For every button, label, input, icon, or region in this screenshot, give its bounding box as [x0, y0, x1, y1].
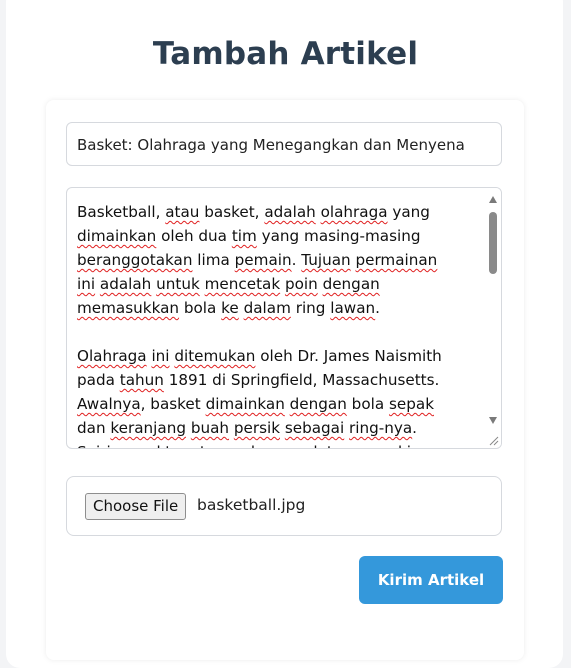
content-line: Olahraga ini ditemukan oleh Dr. James Na…: [77, 344, 483, 368]
text-segment: oleh Dr. James Naismith: [255, 347, 442, 365]
content-line: dimainkan oleh dua tim yang masing-masin…: [77, 224, 483, 248]
spellcheck-word: olahraga: [320, 203, 388, 221]
spellcheck-word: tim: [231, 227, 257, 245]
content-textarea[interactable]: Basketball, atau basket, adalah olahraga…: [66, 187, 502, 449]
spellcheck-word: keranjang: [110, 419, 186, 437]
spellcheck-word: sebagai: [284, 419, 345, 437]
spellcheck-word: lawan: [330, 299, 376, 317]
text-segment: lima: [192, 251, 235, 269]
content-line: Seiring waktu, aturan dan peralatan sema…: [77, 440, 483, 448]
text-segment: bola: [346, 395, 389, 413]
spellcheck-word: mencetak: [204, 275, 281, 293]
file-name-label: basketball.jpg: [197, 496, 306, 514]
spellcheck-word: Olahraga: [77, 347, 147, 365]
content-line: Basketball, atau basket, adalah olahraga…: [77, 200, 483, 224]
file-upload-field: Choose File basketball.jpg: [66, 476, 502, 536]
text-segment: yang masing-masing: [256, 227, 421, 245]
spellcheck-word: ditemukan: [174, 347, 256, 365]
text-segment: .: [291, 251, 302, 269]
page-title: Tambah Artikel: [152, 36, 419, 72]
spellcheck-word: permainan: [355, 251, 438, 269]
text-segment: dan: [241, 443, 279, 448]
spellcheck-word: pemain: [234, 251, 292, 269]
content-line: dan keranjang buah persik sebagai ring-n…: [77, 416, 483, 440]
text-segment: basket,: [199, 203, 265, 221]
content-line: Awalnya, basket dimainkan dengan bola se…: [77, 392, 483, 416]
spellcheck-word: persik: [233, 419, 280, 437]
textarea-scrollbar[interactable]: [485, 188, 501, 448]
text-segment: , basket: [140, 395, 206, 413]
spellcheck-word: dengan: [289, 395, 347, 413]
spellcheck-word: aturan: [191, 443, 241, 448]
text-segment: dan: [77, 419, 111, 437]
spellcheck-word: peralatan: [279, 443, 352, 448]
spellcheck-word: adalah: [99, 275, 152, 293]
spellcheck-word: ini: [151, 347, 170, 365]
text-segment: .: [375, 299, 380, 317]
spellcheck-word: Awalnya: [77, 395, 141, 413]
title-input[interactable]: Basket: Olahraga yang Menegangkan dan Me…: [66, 122, 502, 166]
content-line: ini adalah untuk mencetak poin dengan: [77, 272, 483, 296]
spellcheck-word: sepak: [388, 395, 434, 413]
text-segment: pada: [77, 371, 120, 389]
spellcheck-word: dalam: [243, 299, 291, 317]
content-line: pada tahun 1891 di Springfield, Massachu…: [77, 368, 483, 392]
spellcheck-word: adalah: [264, 203, 316, 221]
text-segment: ,: [181, 443, 191, 448]
content-line: memasukkan bola ke dalam ring lawan.: [77, 296, 483, 320]
submit-article-button[interactable]: Kirim Artikel: [359, 556, 503, 604]
text-segment: ring: [290, 299, 331, 317]
content-line: beranggotakan lima pemain. Tujuan permai…: [77, 248, 483, 272]
spellcheck-word: atau: [165, 203, 200, 221]
spellcheck-word: dimainkan: [205, 395, 285, 413]
spellcheck-word: buah: [190, 419, 230, 437]
spellcheck-word: ini: [77, 275, 96, 293]
spellcheck-word: poin: [284, 275, 318, 293]
spellcheck-word: semakin: [357, 443, 421, 448]
spellcheck-word: Tujuan: [301, 251, 351, 269]
text-segment: yang: [387, 203, 430, 221]
text-segment: oleh dua: [156, 227, 232, 245]
spellcheck-word: ring-nya: [349, 419, 413, 437]
text-segment: .: [412, 419, 417, 437]
spellcheck-word: dimainkan: [77, 227, 157, 245]
spellcheck-word: tahun: [119, 371, 164, 389]
text-segment: bola: [179, 299, 222, 317]
spellcheck-word: waktu: [135, 443, 181, 448]
text-segment: Basketball,: [77, 203, 166, 221]
content-line: [77, 320, 483, 344]
spellcheck-word: beranggotakan: [77, 251, 193, 269]
scroll-thumb[interactable]: [489, 212, 497, 274]
spellcheck-word: dengan: [322, 275, 380, 293]
content-text: Basketball, atau basket, adalah olahraga…: [77, 200, 483, 448]
spellcheck-word: Seiring: [77, 443, 130, 448]
text-segment: 1891 di Springfield, Massachusetts.: [163, 371, 440, 389]
resize-grip-icon[interactable]: [487, 434, 499, 446]
spellcheck-word: ke: [221, 299, 239, 317]
spellcheck-word: untuk: [156, 275, 200, 293]
spellcheck-word: memasukkan: [77, 299, 180, 317]
scroll-down-arrow-icon[interactable]: [489, 417, 497, 424]
choose-file-button[interactable]: Choose File: [85, 493, 187, 520]
scroll-up-arrow-icon[interactable]: [489, 196, 497, 203]
